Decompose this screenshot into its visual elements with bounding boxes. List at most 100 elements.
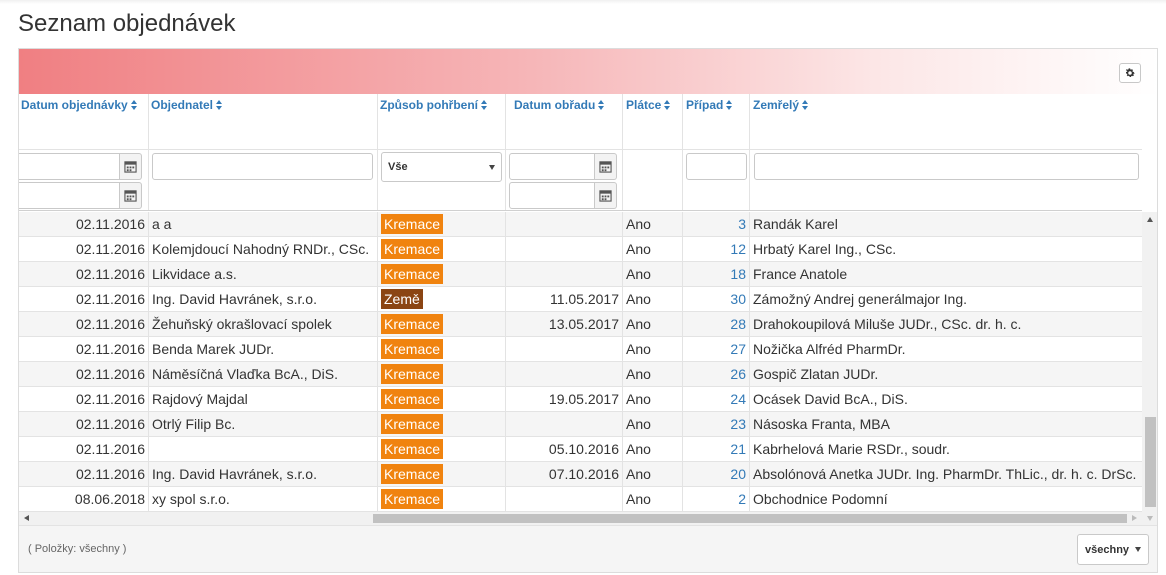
burial-type-badge: Kremace	[381, 489, 444, 509]
table-row[interactable]: 02.11.2016 a a Kremace Ano 3 Randák Karel	[19, 212, 1142, 237]
scroll-down-icon[interactable]	[1147, 516, 1153, 521]
cell-datum: 02.11.2016	[19, 312, 149, 337]
calendar-icon	[599, 190, 612, 202]
horizontal-scroll-thumb[interactable]	[373, 514, 1127, 523]
table-row[interactable]: 08.06.2018 xy spol s.r.o. Kremace Ano 2 Obcho…	[19, 487, 1142, 512]
case-link[interactable]: 3	[738, 216, 746, 232]
calendar-button[interactable]	[595, 153, 617, 180]
header-platce[interactable]: Plátce	[626, 98, 671, 112]
cell-zpusob: Kremace	[378, 362, 506, 387]
cell-zemrely: Gospič Zlatan JUDr.	[753, 366, 879, 382]
cell-zemrely: Kabrhelová Marie RSDr., soudr.	[753, 441, 950, 457]
case-link[interactable]: 12	[730, 241, 746, 257]
burial-type-badge: Kremace	[381, 314, 444, 334]
cell-obrad: 19.05.2017	[506, 387, 623, 412]
filter-obrad-from[interactable]	[509, 153, 595, 180]
case-link[interactable]: 30	[730, 291, 746, 307]
calendar-icon	[599, 161, 612, 173]
cell-obrad	[506, 362, 623, 387]
cell-zemrely: Zámožný Andrej generálmajor Ing.	[753, 291, 967, 307]
cell-datum: 02.11.2016	[19, 462, 149, 487]
filter-datum-to[interactable]	[19, 182, 120, 209]
cell-pripad: 28	[683, 312, 750, 337]
calendar-button[interactable]	[120, 182, 142, 209]
table-row[interactable]: 02.11.2016 Ing. David Havránek, s.r.o. Kre…	[19, 462, 1142, 487]
case-link[interactable]: 28	[730, 316, 746, 332]
table-row[interactable]: 02.11.2016 Benda Marek JUDr. Kremace Ano 27 N…	[19, 337, 1142, 362]
table-row[interactable]: 02.11.2016 Kolemjdoucí Nahodný RNDr., CSc…	[19, 237, 1142, 262]
cell-datum: 02.11.2016	[19, 412, 149, 437]
items-count: ( Položky: všechny )	[28, 543, 127, 555]
case-link[interactable]: 20	[730, 466, 746, 482]
sort-icon	[802, 100, 809, 110]
cell-zemrely: Ocásek David BcA., DiS.	[753, 391, 908, 407]
page-size-select[interactable]: všechny	[1077, 534, 1149, 565]
filter-zemrely[interactable]	[754, 153, 1139, 180]
table-row[interactable]: 02.11.2016 Náměsíčná Vlaďka BcA., DiS. Kre…	[19, 362, 1142, 387]
settings-button[interactable]	[1119, 63, 1141, 83]
header-zpusob-pohrbeni[interactable]: Způsob pohřbení	[380, 98, 488, 112]
table-row[interactable]: 02.11.2016 Ing. David Havránek, s.r.o. Zem…	[19, 287, 1142, 312]
cell-datum: 02.11.2016	[19, 437, 149, 462]
filter-obrad-to[interactable]	[509, 182, 595, 209]
scroll-left-icon[interactable]	[24, 515, 29, 521]
cell-objednatel: Ing. David Havránek, s.r.o.	[149, 287, 378, 312]
scroll-up-icon[interactable]	[1147, 217, 1153, 222]
calendar-button[interactable]	[595, 182, 617, 209]
scroll-right-icon[interactable]	[1132, 515, 1137, 521]
sort-icon	[481, 100, 488, 110]
cell-zpusob: Kremace	[378, 237, 506, 262]
cell-obrad: 11.05.2017	[506, 287, 623, 312]
case-link[interactable]: 23	[730, 416, 746, 432]
table-row[interactable]: 02.11.2016 Žehuňský okrašlovací spolek Kre…	[19, 312, 1142, 337]
sort-icon	[216, 100, 223, 110]
cell-datum: 02.11.2016	[19, 387, 149, 412]
calendar-icon	[124, 161, 137, 173]
horizontal-scrollbar[interactable]	[19, 512, 1142, 525]
cell-platce: Ano	[623, 387, 683, 412]
cell-obrad	[506, 487, 623, 512]
vertical-scrollbar[interactable]	[1142, 212, 1157, 514]
filter-pripad[interactable]	[686, 153, 747, 180]
header-datum-obradu[interactable]: Datum obřadu	[514, 98, 605, 112]
table-row[interactable]: 02.11.2016 Likvidace a.s. Kremace Ano 18 Fran…	[19, 262, 1142, 287]
case-link[interactable]: 27	[730, 341, 746, 357]
sort-icon	[598, 100, 605, 110]
cell-zpusob: Kremace	[378, 387, 506, 412]
case-link[interactable]: 26	[730, 366, 746, 382]
cell-platce: Ano	[623, 312, 683, 337]
burial-type-badge: Kremace	[381, 239, 444, 259]
burial-type-badge: Kremace	[381, 439, 444, 459]
filter-objednatel[interactable]	[152, 153, 373, 180]
table-row[interactable]: 02.11.2016 Otrlý Filip Bc. Kremace Ano 23 Nás…	[19, 412, 1142, 437]
cell-pripad: 20	[683, 462, 750, 487]
cell-objednatel: xy spol s.r.o.	[149, 487, 378, 512]
burial-type-badge: Kremace	[381, 414, 444, 434]
table-row[interactable]: 02.11.2016 Kremace 05.10.2016 Ano 21 Kabrhelo…	[19, 437, 1142, 462]
table-body: 02.11.2016 a a Kremace Ano 3 Randák Karel 02.1…	[19, 212, 1142, 512]
header-zemrely[interactable]: Zemřelý	[753, 98, 809, 112]
cell-datum: 08.06.2018	[19, 487, 149, 512]
vertical-scroll-thumb[interactable]	[1145, 417, 1156, 507]
cell-zemrely: Drahokoupilová Miluše JUDr., CSc. dr. h.…	[753, 316, 1022, 332]
header-pripad[interactable]: Případ	[686, 98, 733, 112]
header-objednatel[interactable]: Objednatel	[151, 98, 223, 112]
cell-obrad	[506, 262, 623, 287]
calendar-button[interactable]	[120, 153, 142, 180]
case-link[interactable]: 24	[730, 391, 746, 407]
filter-zpusob-select[interactable]: Vše	[381, 152, 502, 182]
cell-zemrely: Absolónová Anetka JUDr. Ing. PharmDr. Th…	[753, 466, 1137, 482]
table-row[interactable]: 02.11.2016 Rajdový Majdal Kremace 19.05.201…	[19, 387, 1142, 412]
case-link[interactable]: 2	[738, 491, 746, 507]
case-link[interactable]: 21	[730, 441, 746, 457]
sort-icon	[726, 100, 733, 110]
burial-type-badge: Kremace	[381, 264, 444, 284]
filter-datum-from[interactable]	[19, 153, 120, 180]
header-datum-objednavky[interactable]: Datum objednávky	[21, 98, 138, 112]
gear-icon	[1125, 68, 1135, 78]
cell-zpusob: Kremace	[378, 412, 506, 437]
cell-platce: Ano	[623, 437, 683, 462]
case-link[interactable]: 18	[730, 266, 746, 282]
cell-objednatel: Otrlý Filip Bc.	[149, 412, 378, 437]
cell-zemrely: Násoska Franta, MBA	[753, 416, 890, 432]
